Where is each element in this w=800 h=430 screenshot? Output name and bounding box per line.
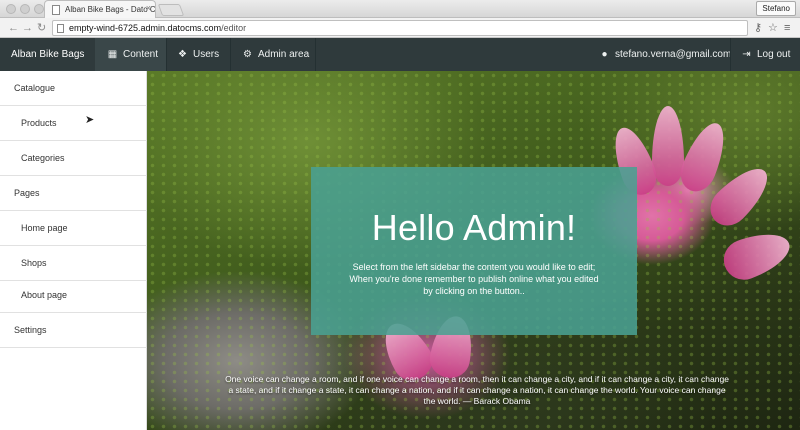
users-icon: ❖ xyxy=(178,49,187,60)
nav-content[interactable]: ▦ Content xyxy=(95,38,166,71)
nav-users-label: Users xyxy=(193,49,220,60)
grid-icon: ▦ xyxy=(107,49,118,60)
quote-line-2: a state, and if it change a state, it ca… xyxy=(228,385,726,395)
address-bar[interactable]: empty-wind-6725.admin.datocms.com/editor xyxy=(52,20,748,36)
logout-label: Log out xyxy=(757,49,791,60)
new-tab-button[interactable] xyxy=(157,4,185,16)
url-path: /editor xyxy=(221,23,247,33)
browser-tab-title: Alban Bike Bags - Dato Cl xyxy=(65,5,156,14)
brand-name[interactable]: Alban Bike Bags xyxy=(0,38,95,71)
nav-user-email[interactable]: ● stefano.verna@gmail.com xyxy=(599,38,731,71)
welcome-line-3: by clicking on the button.. xyxy=(423,286,525,296)
logout-icon: ⇥ xyxy=(742,49,751,60)
logout-button[interactable]: ⇥ Log out xyxy=(741,38,790,71)
quote-line-1: One voice can change a room, and if one … xyxy=(225,374,729,384)
user-email: stefano.verna@gmail.com xyxy=(615,49,732,60)
nav-admin-area-label: Admin area xyxy=(258,49,310,60)
nav-admin-area[interactable]: ⚙ Admin area xyxy=(242,38,309,71)
back-arrow-icon[interactable]: ← xyxy=(8,21,19,35)
url-host: empty-wind-6725.admin.datocms.com xyxy=(69,23,222,33)
nav-divider xyxy=(315,38,316,71)
hero-background: Hello Admin! Select from the left sideba… xyxy=(147,71,800,430)
sidebar-item-home-page[interactable]: Home page xyxy=(0,211,147,246)
reload-icon[interactable]: ↻ xyxy=(37,21,46,35)
nav-divider xyxy=(166,38,167,71)
mouse-cursor-icon: ➤ xyxy=(85,114,95,126)
close-window-button[interactable] xyxy=(6,4,16,14)
app-navbar: Alban Bike Bags ▦ Content ❖ Users ⚙ Admi… xyxy=(0,38,800,71)
profile-button[interactable]: Stefano xyxy=(756,1,796,16)
nav-users[interactable]: ❖ Users xyxy=(177,38,219,71)
browser-titlebar: Alban Bike Bags - Dato Cl × Stefano xyxy=(0,0,800,18)
zoom-window-button[interactable] xyxy=(34,4,44,14)
quote-line-3: the world. — Barack Obama xyxy=(423,396,531,406)
sidebar-item-shops[interactable]: Shops xyxy=(0,246,147,281)
welcome-card: Hello Admin! Select from the left sideba… xyxy=(311,167,637,335)
welcome-message: Select from the left sidebar the content… xyxy=(339,261,609,297)
page-favicon-icon xyxy=(52,5,60,15)
tab-close-icon[interactable]: × xyxy=(146,3,151,13)
welcome-line-2: When you're done remember to publish onl… xyxy=(349,274,599,284)
nav-content-label: Content xyxy=(123,49,159,60)
minimize-window-button[interactable] xyxy=(20,4,30,14)
forward-arrow-icon[interactable]: → xyxy=(22,21,33,35)
welcome-title: Hello Admin! xyxy=(371,207,577,248)
sidebar-item-settings[interactable]: Settings xyxy=(0,313,147,348)
bookmark-star-icon[interactable]: ☆ xyxy=(768,21,778,35)
sidebar-item-catalogue[interactable]: Catalogue xyxy=(0,71,147,106)
sidebar-item-categories[interactable]: Categories xyxy=(0,141,147,176)
browser-toolbar: ← → ↻ empty-wind-6725.admin.datocms.com/… xyxy=(0,18,800,38)
welcome-line-1: Select from the left sidebar the content… xyxy=(352,262,596,272)
key-icon[interactable]: ⚷ xyxy=(754,21,762,35)
sidebar-item-pages[interactable]: Pages xyxy=(0,176,147,211)
gear-icon: ⚙ xyxy=(243,49,252,60)
sidebar-item-about-page[interactable]: About page xyxy=(0,278,147,313)
user-icon: ● xyxy=(601,49,608,60)
menu-icon[interactable]: ≡ xyxy=(784,21,790,35)
sidebar: Catalogue Products Categories Pages Home… xyxy=(0,71,147,430)
sidebar-item-products[interactable]: Products xyxy=(0,106,147,141)
nav-divider xyxy=(230,38,231,71)
browser-tab[interactable]: Alban Bike Bags - Dato Cl × xyxy=(44,0,156,18)
nav-divider xyxy=(730,38,731,71)
page-icon xyxy=(57,24,64,33)
inspirational-quote: One voice can change a room, and if one … xyxy=(207,374,747,407)
